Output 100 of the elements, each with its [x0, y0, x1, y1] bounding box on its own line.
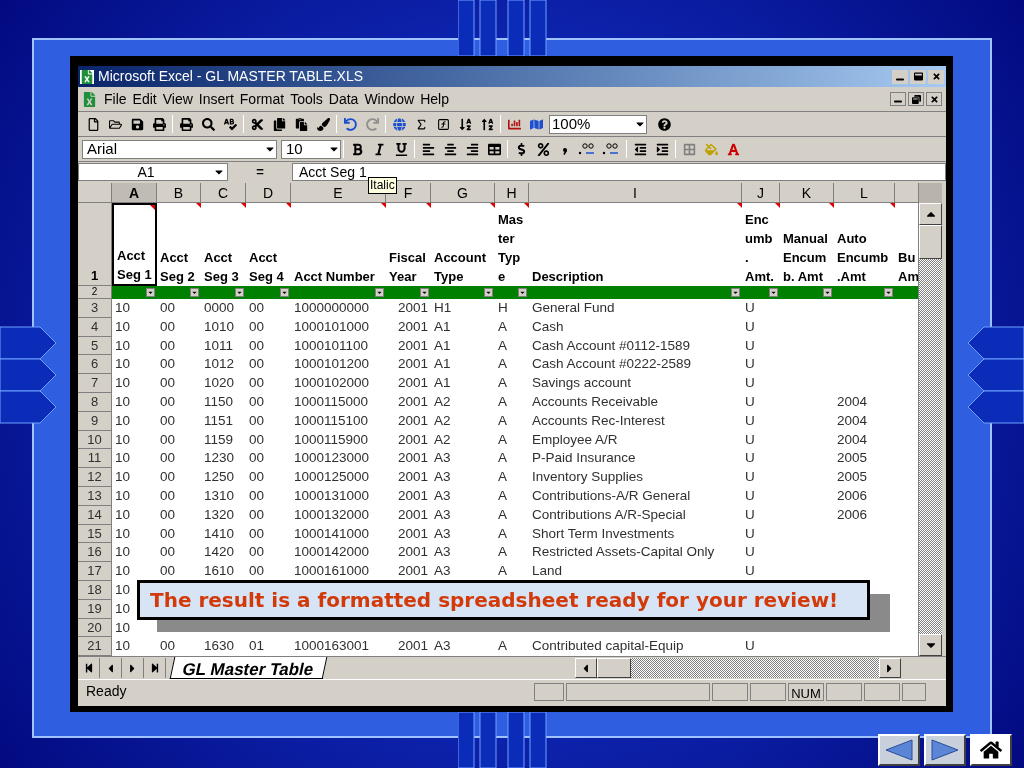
dropdown-arrow-icon[interactable]: [420, 288, 429, 297]
minimize-button[interactable]: [892, 69, 908, 84]
table-cell: A2: [434, 431, 451, 447]
dropdown-arrow-icon[interactable]: [884, 288, 893, 297]
table-cell: 00: [160, 318, 176, 334]
table-cell: A: [498, 375, 507, 391]
close-button[interactable]: [928, 69, 944, 84]
table-cell: 10: [115, 487, 131, 503]
table-cell: 1000141000: [294, 525, 370, 541]
next-slide-button[interactable]: [924, 734, 966, 766]
table-cell: U: [745, 506, 755, 522]
table-cell: 2005: [837, 450, 868, 466]
table-cell: 1000163001: [294, 638, 370, 654]
column-header[interactable]: B: [157, 183, 201, 203]
row-header[interactable]: 12: [78, 468, 112, 487]
dropdown-arrow-icon[interactable]: [375, 288, 384, 297]
row-header[interactable]: 7: [78, 374, 112, 393]
table-cell: A3: [434, 638, 451, 654]
restore-button[interactable]: [908, 92, 924, 106]
table-cell: 1610: [204, 563, 235, 579]
dropdown-arrow-icon[interactable]: [484, 288, 493, 297]
table-cell: 10: [115, 375, 131, 391]
row-header[interactable]: 3: [78, 299, 112, 318]
table-cell: 1000000000: [294, 300, 370, 315]
formula-input[interactable]: Acct Seg 1: [292, 163, 946, 181]
dropdown-arrow-icon[interactable]: [280, 288, 289, 297]
menu-item[interactable]: Help: [417, 88, 452, 110]
table-cell: 00: [249, 300, 265, 315]
column-header[interactable]: C: [201, 183, 246, 203]
name-box[interactable]: A1: [78, 163, 228, 181]
menu-item[interactable]: Tools: [287, 88, 326, 110]
menu-item[interactable]: Insert: [195, 88, 237, 110]
table-cell: 1000131000: [294, 487, 370, 503]
table-cell: 00: [160, 450, 176, 466]
table-cell: 00: [249, 337, 265, 353]
dropdown-arrow-icon[interactable]: [146, 288, 155, 297]
workbook-icon[interactable]: [82, 91, 97, 107]
table-cell: Accounts Receivable: [532, 394, 659, 409]
table-cell: U: [745, 487, 755, 503]
table-cell: U: [745, 544, 755, 560]
row-header[interactable]: 1: [78, 203, 112, 286]
column-header[interactable]: J: [742, 183, 780, 203]
table-cell: 1250: [204, 469, 235, 485]
scroll-down-button[interactable]: [919, 634, 942, 656]
table-cell: H: [498, 300, 508, 315]
table-cell: 2001: [397, 318, 428, 334]
row-header[interactable]: 21: [78, 637, 112, 656]
dropdown-arrow-icon[interactable]: [235, 288, 244, 297]
column-header[interactable]: D: [246, 183, 291, 203]
column-header[interactable]: I: [529, 183, 742, 203]
maximize-button[interactable]: [910, 69, 926, 84]
column-header[interactable]: L: [834, 183, 895, 203]
scroll-thumb[interactable]: [596, 658, 631, 678]
table-cell: 10: [115, 337, 131, 353]
table-cell: 1000115000: [294, 394, 369, 409]
dropdown-arrow-icon[interactable]: [518, 288, 527, 297]
previous-slide-button[interactable]: [878, 734, 920, 766]
scroll-up-button[interactable]: [919, 203, 942, 225]
menu-item[interactable]: View: [159, 88, 196, 110]
menu-item[interactable]: Data: [325, 88, 362, 110]
dropdown-arrow-icon[interactable]: [823, 288, 832, 297]
column-header[interactable]: H: [495, 183, 529, 203]
table-cell: 10: [115, 394, 131, 409]
home-button[interactable]: [970, 734, 1012, 766]
header-cell-text: Acct Seg 1: [117, 247, 153, 284]
table-cell: U: [745, 394, 755, 409]
row-header[interactable]: 6: [78, 355, 112, 375]
zoom-box[interactable]: 100%: [549, 114, 647, 134]
row-header[interactable]: 2: [78, 286, 112, 299]
table-cell: U: [745, 525, 755, 541]
table-cell: 10: [115, 506, 131, 522]
column-header[interactable]: G: [431, 183, 495, 203]
row-header[interactable]: 16: [78, 543, 112, 563]
table-cell: 1000115100: [294, 412, 369, 428]
column-header[interactable]: A: [112, 183, 157, 203]
dropdown-arrow-icon[interactable]: [769, 288, 778, 297]
sheet-tab[interactable]: GL Master Table: [169, 657, 328, 679]
dropdown-arrow-icon[interactable]: [190, 288, 199, 297]
scroll-thumb[interactable]: [919, 225, 942, 259]
table-cell: Contributions A/R-Special: [532, 506, 686, 522]
column-header[interactable]: K: [780, 183, 834, 203]
menu-item[interactable]: Format: [236, 88, 288, 110]
table-cell: A: [498, 544, 507, 560]
row-header[interactable]: 17: [78, 562, 112, 581]
window-title: Microsoft Excel - GL MASTER TABLE.XLS: [98, 67, 364, 86]
menu-item[interactable]: Window: [361, 88, 418, 110]
scroll-right-button[interactable]: [878, 658, 901, 678]
font-box[interactable]: Arial: [82, 139, 277, 159]
minimize-button[interactable]: [890, 92, 906, 106]
table-cell: 1000161000: [294, 563, 370, 579]
font-size-box[interactable]: 10: [281, 139, 341, 159]
row-header[interactable]: 11: [78, 449, 112, 469]
close-button[interactable]: [926, 92, 942, 106]
table-cell: 00: [249, 487, 265, 503]
menu-item[interactable]: Edit: [129, 88, 160, 110]
scroll-left-button[interactable]: [574, 658, 597, 678]
dropdown-arrow-icon[interactable]: [731, 288, 740, 297]
table-cell: 00: [160, 431, 176, 447]
menu-item[interactable]: File: [101, 88, 130, 110]
table-cell: U: [745, 375, 755, 391]
